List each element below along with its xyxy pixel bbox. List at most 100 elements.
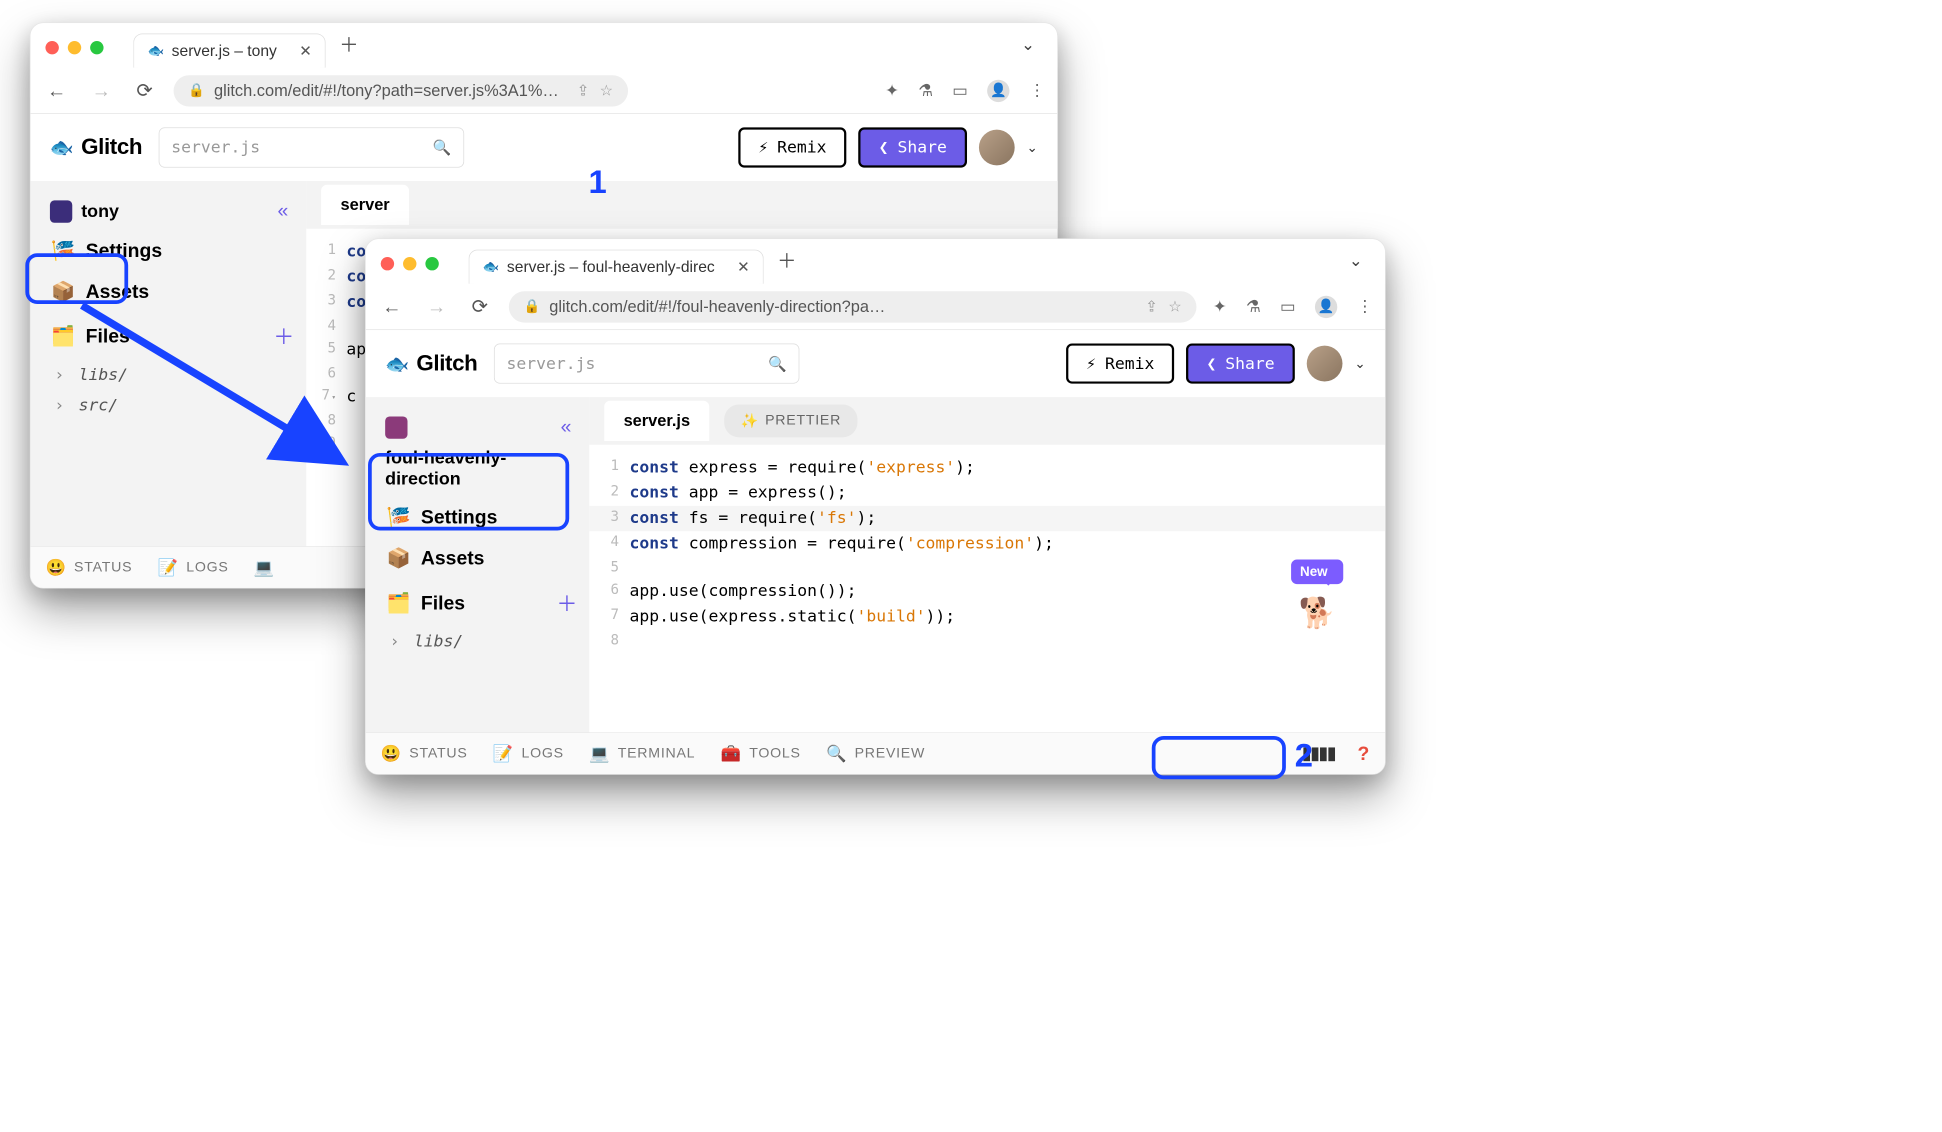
star-icon[interactable]: ☆ [1168,297,1181,316]
kebab-menu-icon[interactable]: ⋮ [1029,81,1045,100]
dog-mascot-icon: 🐕 [1291,592,1343,634]
new-tab-button[interactable]: ＋ [777,246,796,274]
user-menu-chevron-icon[interactable]: ⌄ [1027,140,1038,156]
annotation-number-2: 2 [1295,738,1313,775]
annotation-number-1: 1 [589,164,607,201]
folder-item[interactable]: src/ [39,390,306,421]
url-bar[interactable]: 🔒 glitch.com/edit/#!/tony?path=server.js… [173,75,627,106]
footer-status[interactable]: 😃STATUS [45,558,132,577]
labs-icon[interactable]: ⚗ [1246,297,1261,316]
new-badge[interactable]: New 🐕 [1291,559,1343,633]
maximize-window-icon[interactable] [90,41,103,54]
sidebar-item-assets[interactable]: 📦 Assets [39,271,306,312]
tab-list-chevron-icon[interactable]: ⌄ [1349,251,1363,270]
collapse-sidebar-icon[interactable]: « [278,199,289,222]
remix-label: Remix [1105,354,1154,373]
sidebar-item-settings[interactable]: 🎏 Settings [375,497,590,538]
extensions-icon[interactable]: ✦ [885,81,899,100]
editor: server.js ✨ PRETTIER 1const express = re… [589,397,1385,732]
user-avatar[interactable] [979,130,1015,166]
status-icon: 😃 [45,558,66,577]
share-button[interactable]: ❮ Share [1186,343,1294,383]
panel-icon[interactable]: ▭ [952,81,967,100]
glitch-logo[interactable]: 🐟 Glitch [50,135,142,160]
reload-icon[interactable]: ⟳ [467,292,492,321]
add-file-icon[interactable]: ＋ [273,321,294,351]
extensions-icon[interactable]: ✦ [1213,297,1227,316]
settings-icon: 🎏 [387,506,411,529]
tab-strip: 🐟 server.js – tony ✕ ＋ ⌄ [31,23,1058,68]
back-icon[interactable]: ← [378,292,406,321]
sidebar-item-files[interactable]: 🗂️ Files ＋ [375,579,590,627]
footer-tools[interactable]: 🧰TOOLS [721,744,801,763]
user-menu-chevron-icon[interactable]: ⌄ [1354,356,1365,372]
project-selector[interactable]: tony [39,193,306,230]
minimize-window-icon[interactable] [68,41,81,54]
footer-logs[interactable]: 📝LOGS [493,744,564,763]
favicon-icon: 🐟 [483,259,500,275]
user-avatar[interactable] [1307,346,1343,382]
brand-name: Glitch [81,135,142,160]
editor-tabs: server.js ✨ PRETTIER [589,397,1385,445]
tab-strip: 🐟 server.js – foul-heavenly-direc ✕ ＋ ⌄ [366,239,1385,284]
new-badge-label: New [1291,559,1343,584]
sidebar-item-assets[interactable]: 📦 Assets [375,538,590,579]
footer-logs[interactable]: 📝LOGS [158,558,229,577]
remix-button[interactable]: ⚡ Remix [738,127,846,167]
traffic-lights [381,257,439,270]
project-selector[interactable]: foul-heavenly-direction [375,409,539,497]
browser-tab[interactable]: 🐟 server.js – tony ✕ [133,34,326,68]
glitch-fish-icon: 🐟 [50,136,74,159]
folder-item[interactable]: libs/ [39,360,306,391]
profile-icon[interactable]: 👤 [987,79,1009,101]
brand-name: Glitch [416,351,477,376]
code-area[interactable]: 1const express = require('express');2con… [589,445,1385,652]
new-tab-button[interactable]: ＋ [339,30,358,58]
forward-icon[interactable]: → [87,76,115,105]
app-body: foul-heavenly-direction « 🎏 Settings 📦 A… [366,397,1385,732]
folder-item[interactable]: libs/ [375,627,590,658]
tab-list-chevron-icon[interactable]: ⌄ [1021,35,1035,54]
kebab-menu-icon[interactable]: ⋮ [1357,297,1373,316]
add-file-icon[interactable]: ＋ [557,588,578,618]
forward-icon[interactable]: → [422,292,450,321]
editor-tab[interactable]: server.js [604,401,709,441]
footer-terminal[interactable]: 💻TERMINAL [589,744,695,763]
reload-icon[interactable]: ⟳ [132,76,157,105]
share-url-icon[interactable]: ⇪ [577,81,589,100]
glitch-logo[interactable]: 🐟 Glitch [385,351,477,376]
close-tab-icon[interactable]: ✕ [737,258,749,277]
tools-icon: 🧰 [721,744,742,763]
star-icon[interactable]: ☆ [600,81,613,100]
minimize-window-icon[interactable] [403,257,416,270]
search-input[interactable]: server.js 🔍 [159,127,464,167]
collapse-sidebar-icon[interactable]: « [561,415,572,438]
close-window-icon[interactable] [381,257,394,270]
editor-tab[interactable]: server [321,185,409,225]
profile-icon[interactable]: 👤 [1315,295,1337,317]
remix-button[interactable]: ⚡ Remix [1066,343,1174,383]
footer-preview[interactable]: 🔍PREVIEW [826,744,925,763]
labs-icon[interactable]: ⚗ [918,81,933,100]
app-header: 🐟 Glitch server.js 🔍 ⚡ Remix ❮ Share ⌄ [31,114,1058,181]
maximize-window-icon[interactable] [425,257,438,270]
help-icon[interactable]: ? [1357,742,1370,765]
share-button[interactable]: ❮ Share [859,127,967,167]
footer-status[interactable]: 😃STATUS [381,744,468,763]
back-icon[interactable]: ← [42,76,70,105]
editor-tabs: server [306,181,1057,229]
panel-icon[interactable]: ▭ [1280,297,1295,316]
close-window-icon[interactable] [45,41,58,54]
preview-icon: 🔍 [826,744,847,763]
url-bar[interactable]: 🔒 glitch.com/edit/#!/foul-heavenly-direc… [509,291,1197,322]
prettier-button[interactable]: ✨ PRETTIER [724,405,857,438]
share-url-icon[interactable]: ⇪ [1145,297,1157,316]
footer-terminal-clipped[interactable]: 💻 [254,558,275,577]
close-tab-icon[interactable]: ✕ [299,42,311,61]
remix-label: Remix [777,138,826,157]
share-label: Share [1225,354,1274,373]
sidebar-item-settings[interactable]: 🎏 Settings [39,230,306,271]
sidebar-item-files[interactable]: 🗂️ Files ＋ [39,312,306,360]
search-input[interactable]: server.js 🔍 [494,343,799,383]
browser-tab[interactable]: 🐟 server.js – foul-heavenly-direc ✕ [469,250,764,284]
